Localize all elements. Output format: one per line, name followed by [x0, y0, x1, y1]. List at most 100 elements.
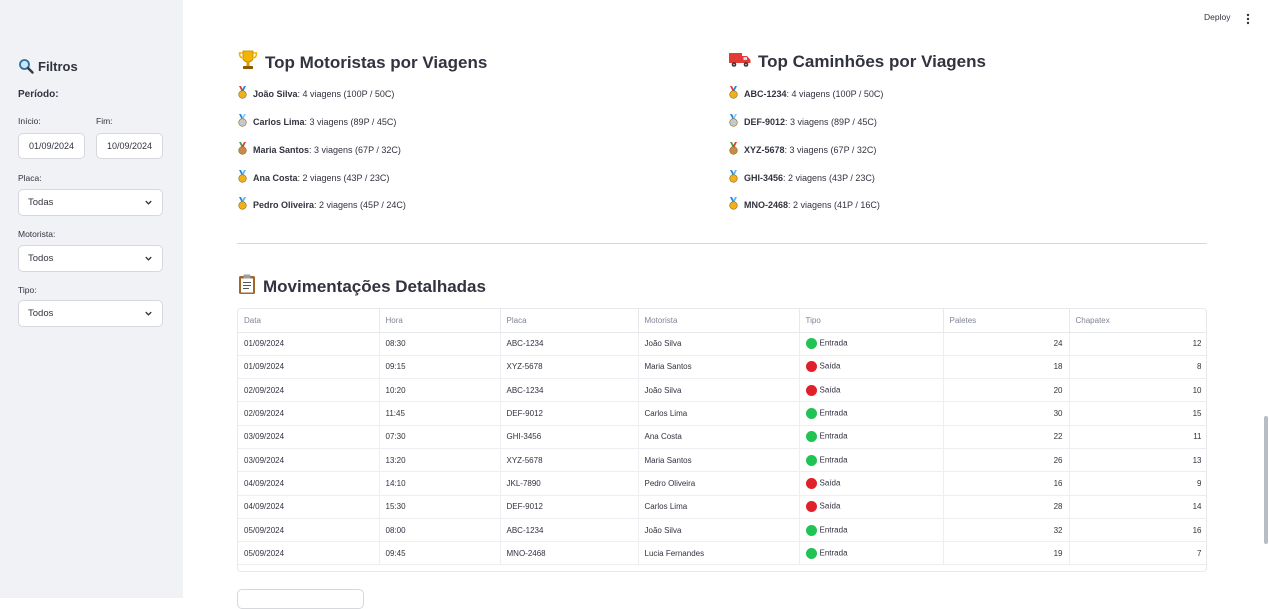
placa-select[interactable]: Todas [18, 189, 163, 216]
more-menu-icon[interactable] [1246, 12, 1250, 30]
motorista-rank-name: João Silva [253, 88, 298, 99]
motorista-select[interactable]: Todos [18, 245, 163, 272]
column-header[interactable]: Motorista [638, 309, 800, 333]
caminhao-rank-detail: : 3 viagens (67P / 32C) [784, 144, 877, 155]
caminhao-rank-detail: : 3 viagens (89P / 45C) [785, 116, 877, 127]
deploy-button[interactable]: Deploy [1204, 12, 1230, 22]
table-row[interactable]: 04/09/2024 14:10 JKL-7890 Pedro Oliveira Saí… [238, 471, 1206, 496]
tipo-text: Entrada [819, 548, 848, 558]
caminhao-rank-name: ABC-1234 [744, 88, 787, 99]
table-cell: João Silva [638, 378, 800, 403]
motorista-rank-name: Ana Costa [253, 172, 298, 183]
table-cell: 05/09/2024 [238, 541, 380, 566]
table-row[interactable]: 03/09/2024 07:30 GHI-3456 Ana Costa Entrada 2… [238, 425, 1206, 449]
table-cell: 09:45 [379, 541, 501, 566]
motorista-rank-detail: : 3 viagens (67P / 32C) [309, 144, 401, 155]
medal-icon [237, 114, 248, 129]
table-row[interactable]: 05/09/2024 08:00 ABC-1234 João Silva Entrada… [238, 518, 1206, 543]
partial-button[interactable] [237, 589, 364, 609]
motorista-rank-item: Pedro Oliveira: 2 viagens (45P / 24C) [237, 197, 406, 212]
table-cell: 15 [1069, 401, 1206, 426]
table-header-row: Data Hora Placa Motorista Tipo Paletes Chapate… [238, 309, 1206, 333]
motorista-rank-text: Ana Costa: 2 viagens (43P / 23C) [253, 173, 389, 183]
column-header[interactable]: Paletes [943, 309, 1070, 333]
table-cell: 02/09/2024 [238, 401, 380, 426]
table-row[interactable]: 03/09/2024 13:20 XYZ-5678 Maria Santos Entra… [238, 448, 1206, 473]
medal-icon [237, 142, 248, 157]
table-cell: Carlos Lima [638, 495, 800, 519]
motorista-label: Motorista: [18, 229, 56, 239]
table-cell: João Silva [638, 332, 800, 356]
table-cell: 04/09/2024 [238, 471, 380, 496]
medal-icon [728, 170, 739, 185]
caminhao-rank-detail: : 2 viagens (43P / 23C) [783, 172, 875, 183]
table-cell: 24 [943, 332, 1070, 356]
table-cell: 9 [1069, 471, 1206, 496]
table-cell: ABC-1234 [500, 332, 639, 356]
table-row[interactable]: 01/09/2024 08:30 ABC-1234 João Silva Entrada… [238, 332, 1206, 356]
table-cell: Entrada [799, 518, 944, 543]
inicio-date-input[interactable]: 01/09/2024 [18, 133, 85, 159]
green-circle-icon [805, 431, 817, 443]
table-cell: XYZ-5678 [500, 448, 639, 473]
caminhao-rank-detail: : 2 viagens (41P / 16C) [788, 199, 880, 210]
motorista-rank-item: Ana Costa: 2 viagens (43P / 23C) [237, 170, 389, 185]
table-cell: Entrada [799, 332, 944, 356]
table-row[interactable]: 05/09/2024 09:45 MNO-2468 Lucia Fernandes En… [238, 541, 1206, 566]
table-cell: 13 [1069, 448, 1206, 473]
section-divider [237, 243, 1207, 244]
motorista-rank-item: Maria Santos: 3 viagens (67P / 32C) [237, 142, 401, 157]
tipo-select[interactable]: Todos [18, 300, 163, 327]
red-circle-icon [805, 477, 817, 489]
table-cell: Entrada [799, 541, 944, 566]
table-row[interactable]: 04/09/2024 15:30 DEF-9012 Carlos Lima Saída 2… [238, 495, 1206, 519]
column-header[interactable]: Data [238, 309, 380, 333]
caminhao-rank-text: GHI-3456: 2 viagens (43P / 23C) [744, 173, 875, 183]
table-cell: Maria Santos [638, 448, 800, 473]
table-cell: Entrada [799, 425, 944, 449]
table-cell: 10 [1069, 378, 1206, 403]
table-row[interactable]: 01/09/2024 09:15 XYZ-5678 Maria Santos Saída… [238, 355, 1206, 380]
caminhao-rank-text: ABC-1234: 4 viagens (100P / 50C) [744, 89, 883, 99]
caminhao-rank-name: DEF-9012 [744, 116, 786, 127]
caminhao-rank-name: GHI-3456 [744, 172, 784, 183]
table-cell: Entrada [799, 448, 944, 473]
table-cell: Saída [799, 471, 944, 496]
table-cell: 11 [1069, 425, 1206, 449]
table-row[interactable]: 02/09/2024 10:20 ABC-1234 João Silva Saída 20… [238, 378, 1206, 403]
column-header[interactable]: Tipo [799, 309, 944, 333]
tipo-text: Saída [819, 362, 841, 372]
green-circle-icon [805, 408, 817, 420]
medal-icon [728, 197, 739, 212]
movimentacoes-table[interactable]: Data Hora Placa Motorista Tipo Paletes Chapate… [237, 308, 1207, 572]
tipo-label: Tipo: [18, 285, 37, 295]
tipo-text: Entrada [819, 408, 848, 418]
motorista-rank-item: Carlos Lima: 3 viagens (89P / 45C) [237, 114, 396, 129]
medal-icon [237, 197, 248, 212]
table-cell: Ana Costa [638, 425, 800, 449]
fim-date-input[interactable]: 10/09/2024 [96, 133, 163, 159]
table-cell: Carlos Lima [638, 401, 800, 426]
medal-icon [728, 114, 739, 129]
table-row[interactable]: 02/09/2024 11:45 DEF-9012 Carlos Lima Entrad… [238, 401, 1206, 426]
table-cell: 15:30 [379, 495, 501, 519]
caminhao-rank-detail: : 4 viagens (100P / 50C) [786, 88, 884, 99]
table-cell: 02/09/2024 [238, 378, 380, 403]
tipo-text: Saída [819, 501, 841, 511]
table-cell: GHI-3456 [500, 425, 639, 449]
column-header[interactable]: Chapatex [1069, 309, 1206, 333]
sidebar: Filtros Período: Início: Fim: 01/09/2024… [0, 0, 183, 598]
red-circle-icon [805, 361, 817, 373]
tipo-text: Entrada [819, 455, 848, 465]
table-cell: 18 [943, 355, 1070, 380]
table-cell: 05/09/2024 [238, 518, 380, 543]
motorista-rank-detail: : 4 viagens (100P / 50C) [297, 88, 395, 99]
page-scrollbar[interactable] [1264, 416, 1268, 544]
fim-label: Fim: [96, 116, 113, 126]
column-header[interactable]: Hora [379, 309, 501, 333]
trophy-icon [237, 49, 259, 76]
column-header[interactable]: Placa [500, 309, 639, 333]
table-cell: 20 [943, 378, 1070, 403]
inicio-label: Início: [18, 116, 41, 126]
table-cell: 22 [943, 425, 1070, 449]
